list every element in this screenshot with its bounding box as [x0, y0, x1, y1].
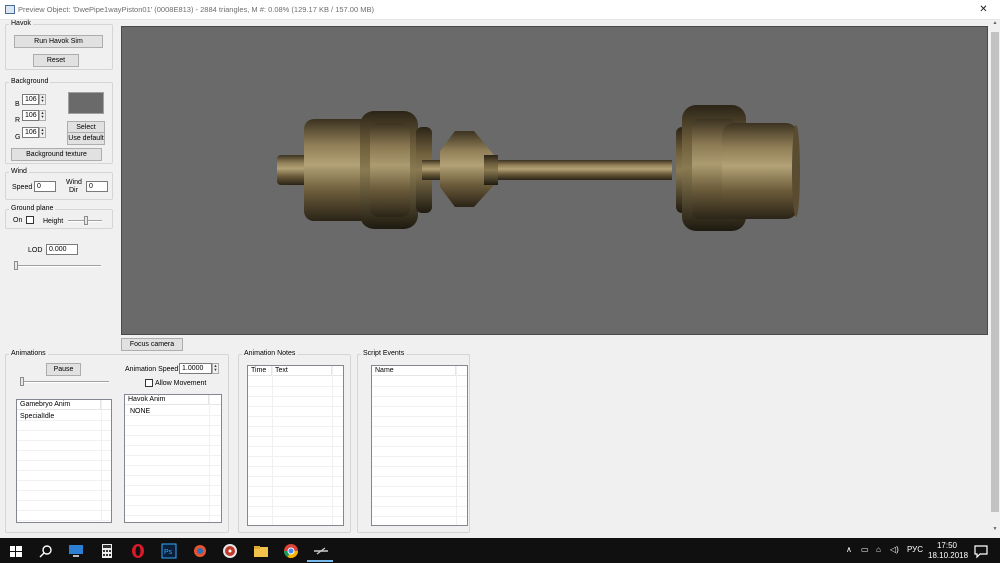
- preview-window-client: Havok Run Havok Sim Reset Background B 1…: [0, 20, 1000, 538]
- r-label: R: [15, 117, 21, 124]
- script-events-legend: Script Events: [363, 350, 405, 357]
- script-events-list[interactable]: Name: [371, 365, 468, 526]
- b-value-input[interactable]: 106: [22, 94, 39, 105]
- animation-notes-rows: [248, 377, 343, 525]
- clock-date[interactable]: 18.10.2018: [928, 551, 968, 560]
- ground-height-slider-thumb[interactable]: [84, 216, 88, 225]
- file-explorer-icon[interactable]: [253, 543, 269, 559]
- wind-dir-label-line2: Dir: [69, 187, 78, 194]
- animation-speed-spinner[interactable]: ▲ ▼: [212, 363, 219, 374]
- input-language-indicator[interactable]: РУС: [907, 545, 923, 554]
- animation-slider-thumb[interactable]: [20, 377, 24, 386]
- active-app-indicator: [307, 560, 333, 562]
- svg-text:Ps: Ps: [164, 549, 173, 556]
- wind-speed-label: Speed: [12, 184, 33, 191]
- ccleaner-icon[interactable]: [192, 543, 208, 559]
- wind-dir-label-line1: Wind: [66, 179, 82, 186]
- gamebryo-anim-header[interactable]: Gamebryo Anim: [17, 400, 101, 409]
- list-item[interactable]: NONE: [127, 407, 150, 416]
- g-value-input[interactable]: 106: [22, 127, 39, 138]
- animation-speed-input[interactable]: 1.0000: [179, 363, 212, 374]
- r-value-input[interactable]: 106: [22, 110, 39, 121]
- background-color-swatch: [68, 92, 104, 114]
- gamebryo-anim-list[interactable]: Gamebryo Anim SpecialIdle: [16, 399, 112, 523]
- vertical-scrollbar[interactable]: ▲ ▼: [990, 20, 1000, 538]
- action-center-icon[interactable]: [973, 543, 989, 559]
- chrome-icon[interactable]: [283, 543, 299, 559]
- havok-anim-list[interactable]: Havok Anim NONE: [124, 394, 222, 523]
- wind-dir-input[interactable]: 0: [86, 181, 108, 192]
- app-icon: [5, 5, 15, 14]
- reset-button[interactable]: Reset: [33, 54, 79, 67]
- allow-movement-checkbox[interactable]: [145, 379, 153, 387]
- opera-icon[interactable]: [130, 543, 146, 559]
- g-spinner[interactable]: ▲ ▼: [39, 127, 46, 138]
- close-button[interactable]: ✕: [967, 0, 1000, 20]
- windows-start-icon[interactable]: [8, 543, 24, 559]
- wind-legend: Wind: [11, 168, 27, 175]
- lod-input[interactable]: 0.000: [46, 244, 78, 255]
- animation-notes-legend: Animation Notes: [244, 350, 296, 357]
- background-legend: Background: [11, 78, 49, 85]
- use-default-button[interactable]: Use default: [67, 132, 105, 145]
- allow-movement-label: Allow Movement: [155, 380, 207, 387]
- calculator-icon[interactable]: [99, 543, 115, 559]
- script-events-rows: [372, 377, 467, 525]
- show-hidden-icons-chevron-icon[interactable]: ∧: [846, 545, 852, 554]
- search-icon[interactable]: [38, 543, 54, 559]
- r-spinner[interactable]: ▲ ▼: [39, 110, 46, 121]
- lod-slider-track[interactable]: [14, 265, 101, 267]
- creation-kit-icon[interactable]: [313, 543, 329, 559]
- havok-legend: Havok: [11, 20, 31, 27]
- piston-model: [277, 105, 800, 231]
- gamebryo-anim-rows: [17, 411, 111, 522]
- notes-time-header[interactable]: Time: [248, 366, 272, 375]
- volume-icon[interactable]: ◁): [890, 545, 899, 554]
- notes-text-header[interactable]: Text: [272, 366, 332, 375]
- script-events-name-header[interactable]: Name: [372, 366, 456, 375]
- scroll-down-arrow-icon[interactable]: ▼: [990, 526, 1000, 536]
- taskbar: Ps ∧ ▭ ⌂ ◁) РУС 17:50 18.10.2018: [0, 538, 1000, 563]
- animation-notes-list[interactable]: Time Text: [247, 365, 344, 526]
- ground-plane-legend: Ground plane: [11, 205, 54, 212]
- animation-speed-label: Animation Speed: [125, 366, 179, 373]
- lod-slider-thumb[interactable]: [14, 261, 18, 270]
- network-icon[interactable]: ⌂: [876, 545, 881, 554]
- wind-speed-input[interactable]: 0: [34, 181, 56, 192]
- havok-anim-header[interactable]: Havok Anim: [125, 395, 209, 404]
- remote-desktop-icon[interactable]: [68, 543, 84, 559]
- b-spinner[interactable]: ▲ ▼: [39, 94, 46, 105]
- background-texture-button[interactable]: Background texture: [11, 148, 102, 161]
- animation-slider-track[interactable]: [20, 381, 109, 383]
- title-bar[interactable]: Preview Object: 'DwePipe1wayPiston01' (0…: [0, 0, 1000, 20]
- clock-time[interactable]: 17:50: [936, 541, 958, 550]
- scroll-up-arrow-icon[interactable]: ▲: [990, 20, 1000, 30]
- radiation-app-icon[interactable]: [222, 543, 238, 559]
- render-viewport[interactable]: [121, 26, 988, 335]
- havok-anim-rows: [125, 406, 221, 522]
- animations-legend: Animations: [11, 350, 46, 357]
- window-title: Preview Object: 'DwePipe1wayPiston01' (0…: [18, 5, 374, 14]
- g-label: G: [15, 134, 21, 141]
- photoshop-icon[interactable]: Ps: [161, 543, 177, 559]
- ground-plane-on-checkbox[interactable]: [26, 216, 34, 224]
- lod-label: LOD: [28, 247, 43, 254]
- tray-app-icon[interactable]: ▭: [861, 545, 869, 554]
- b-label: B: [15, 101, 20, 108]
- ground-height-label: Height: [43, 218, 64, 225]
- run-havok-sim-button[interactable]: Run Havok Sim: [14, 35, 103, 48]
- list-item[interactable]: SpecialIdle: [17, 412, 54, 421]
- ground-plane-on-label: On: [13, 217, 23, 224]
- scrollbar-thumb[interactable]: [991, 32, 999, 512]
- pause-button[interactable]: Pause: [46, 363, 81, 376]
